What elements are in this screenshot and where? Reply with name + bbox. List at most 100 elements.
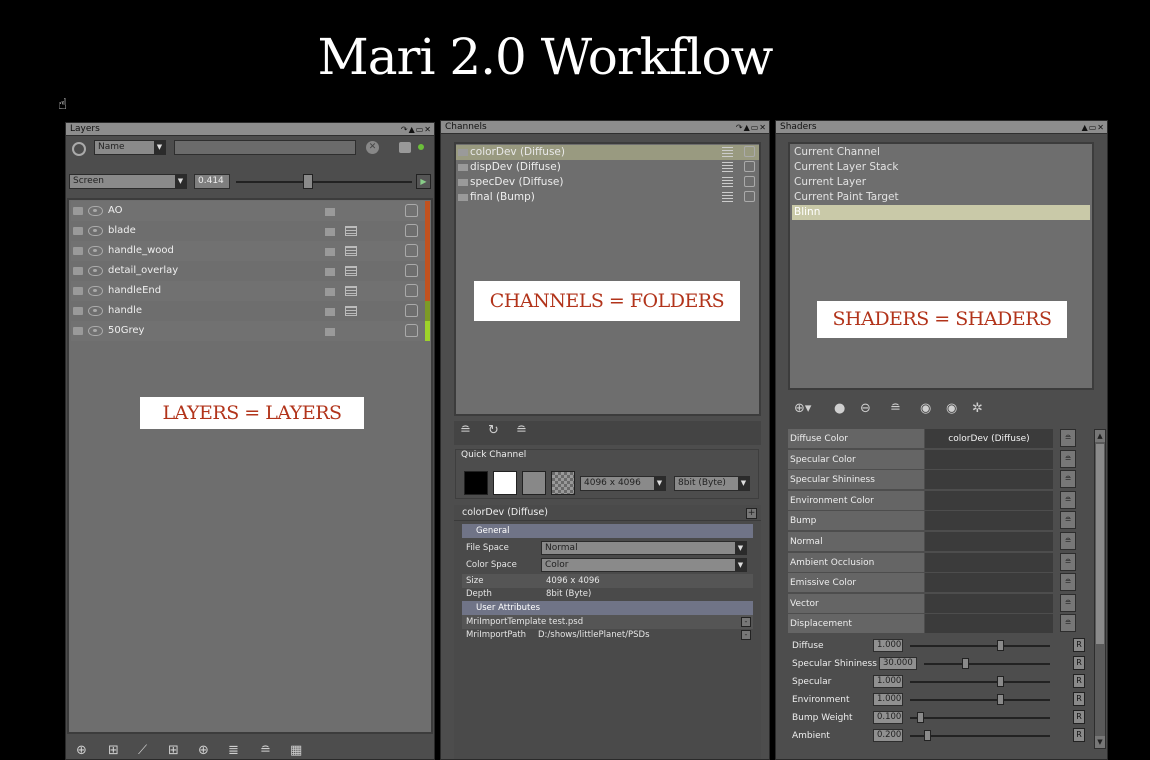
remove-attribute-icon[interactable]: -	[741, 617, 751, 627]
eye-icon[interactable]	[88, 326, 103, 336]
lock-icon[interactable]	[405, 204, 418, 217]
channel-size-dropdown[interactable]: 4096 x 4096 ▼	[580, 476, 666, 491]
remove-shader-icon[interactable]: ⊖	[860, 401, 871, 416]
play-icon[interactable]: ▶	[416, 174, 431, 189]
lock-icon[interactable]	[405, 264, 418, 277]
input-menu-icon[interactable]: ≘	[1060, 490, 1076, 509]
slider-handle[interactable]	[961, 658, 969, 669]
color-space-dropdown[interactable]: Color ▼	[541, 558, 747, 572]
reset-button[interactable]: R	[1073, 638, 1085, 652]
shader-input-row[interactable]: Displacement ≘	[788, 614, 1076, 634]
search-icon[interactable]	[72, 142, 86, 156]
reset-button[interactable]: R	[1073, 674, 1085, 688]
scroll-up-icon[interactable]: ▲	[1095, 430, 1105, 442]
eye-icon[interactable]	[88, 206, 103, 216]
shader-scrollbar[interactable]: ▲ ▼	[1094, 429, 1106, 749]
opacity-slider-handle[interactable]	[303, 174, 313, 189]
channel-row[interactable]: colorDev (Diffuse)	[456, 145, 759, 160]
shader-input-row[interactable]: Bump ≘	[788, 511, 1076, 531]
scroll-thumb[interactable]	[1096, 444, 1104, 644]
shader-row[interactable]: Current Paint Target	[792, 190, 1090, 205]
slider-handle[interactable]	[996, 676, 1004, 687]
remove-layer-icon[interactable]: ≘	[260, 743, 271, 758]
add-shader-layer-icon[interactable]: ⊞	[168, 743, 179, 758]
slider-value-input[interactable]: 0.100	[873, 711, 903, 724]
remove-attribute-icon[interactable]: -	[741, 630, 751, 640]
channel-row[interactable]: dispDev (Diffuse)	[456, 160, 759, 175]
shader-input-row[interactable]: Ambient Occlusion ≘	[788, 552, 1076, 573]
slider-track[interactable]	[910, 640, 1050, 651]
panel-controls-icon[interactable]: ▲▭✕	[1082, 121, 1105, 134]
eye-icon[interactable]: ◉	[920, 401, 931, 416]
eye-icon[interactable]	[88, 286, 103, 296]
eye-icon[interactable]	[88, 266, 103, 276]
shader-row[interactable]: Current Layer Stack	[792, 160, 1090, 175]
eye-icon[interactable]	[88, 226, 103, 236]
shader-input-row[interactable]: Specular Color ≘	[788, 449, 1076, 470]
channel-row[interactable]: final (Bump)	[456, 190, 759, 205]
slider-handle[interactable]	[996, 694, 1004, 705]
slider-track[interactable]	[910, 730, 1050, 741]
add-adjustment-layer-icon[interactable]: ⟋	[138, 743, 147, 758]
lock-icon[interactable]	[405, 304, 418, 317]
slider-value-input[interactable]: 1.000	[873, 639, 903, 652]
opacity-input[interactable]: 0.414	[194, 174, 230, 189]
input-menu-icon[interactable]: ≘	[1060, 470, 1076, 489]
input-menu-icon[interactable]: ≘	[1060, 573, 1076, 592]
slider-track[interactable]	[910, 694, 1050, 705]
input-menu-icon[interactable]: ≘	[1060, 429, 1076, 447]
view-shader-icon[interactable]: ≘	[890, 401, 901, 416]
reset-button[interactable]: R	[1073, 728, 1085, 742]
add-paint-layer-icon[interactable]: ⊕	[76, 743, 87, 758]
reset-button[interactable]: R	[1073, 710, 1085, 724]
file-space-dropdown[interactable]: Normal ▼	[541, 541, 747, 555]
slider-track[interactable]	[910, 712, 1050, 723]
toggle-icon[interactable]	[399, 142, 411, 153]
search-input[interactable]	[174, 140, 356, 155]
grid-icon[interactable]: ▦	[290, 743, 302, 758]
lock-icon[interactable]	[405, 244, 418, 257]
layer-row[interactable]: handle	[71, 301, 430, 321]
slider-value-input[interactable]: 1.000	[873, 693, 903, 706]
add-shader-icon[interactable]: ⊕▾	[794, 401, 811, 416]
blend-mode-dropdown[interactable]: Screen ▼	[69, 174, 187, 189]
channel-row[interactable]: specDev (Diffuse)	[456, 175, 759, 190]
input-menu-icon[interactable]: ≘	[1060, 511, 1076, 530]
channel-depth-dropdown[interactable]: 8bit (Byte) ▼	[674, 476, 750, 491]
reset-button[interactable]: R	[1073, 656, 1085, 670]
slider-track[interactable]	[924, 658, 1050, 669]
shader-input-row[interactable]: Specular Shininess ≘	[788, 470, 1076, 490]
panel-controls-icon[interactable]: ↷▲▭✕	[736, 121, 767, 134]
add-property-icon[interactable]: +	[746, 508, 757, 519]
layer-row[interactable]: detail_overlay	[71, 261, 430, 281]
slider-track[interactable]	[910, 676, 1050, 687]
slider-handle[interactable]	[996, 640, 1004, 651]
layer-row[interactable]: handle_wood	[71, 241, 430, 261]
input-menu-icon[interactable]: ≘	[1060, 532, 1076, 550]
lock-icon[interactable]	[405, 224, 418, 237]
refresh-channel-icon[interactable]: ↻	[488, 423, 499, 438]
lock-icon[interactable]	[744, 191, 755, 202]
shader-input-row[interactable]: Emissive Color ≘	[788, 573, 1076, 593]
eye-icon[interactable]	[88, 306, 103, 316]
eye-icon[interactable]	[88, 246, 103, 256]
layer-row[interactable]: blade	[71, 221, 430, 241]
input-menu-icon[interactable]: ≘	[1060, 593, 1076, 612]
black-swatch[interactable]	[464, 471, 488, 495]
scroll-down-icon[interactable]: ▼	[1095, 736, 1105, 748]
add-channel-icon[interactable]: ≘	[460, 423, 471, 438]
slider-value-input[interactable]: 1.000	[873, 675, 903, 688]
lock-icon[interactable]	[405, 284, 418, 297]
slider-handle[interactable]	[917, 712, 924, 723]
shader-row[interactable]: Current Layer	[792, 175, 1090, 190]
layer-row[interactable]: 50Grey	[71, 321, 430, 341]
input-menu-icon[interactable]: ≘	[1060, 614, 1076, 633]
duplicate-shader-icon[interactable]: ●	[834, 401, 845, 416]
shader-input-row[interactable]: Environment Color ≘	[788, 490, 1076, 511]
eye-icon[interactable]: ◉	[946, 401, 957, 416]
settings-icon[interactable]: ✲	[972, 401, 983, 416]
lock-icon[interactable]	[405, 324, 418, 337]
remove-channel-icon[interactable]: ≘	[516, 423, 527, 438]
reset-button[interactable]: R	[1073, 692, 1085, 706]
grey-swatch[interactable]	[522, 471, 546, 495]
